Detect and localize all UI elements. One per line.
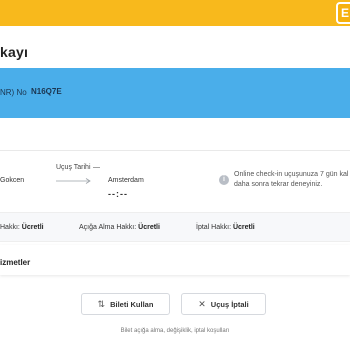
swap-icon: ⇅ <box>97 298 106 309</box>
cancel-flight-label: Uçuş İptali <box>210 299 249 309</box>
flight-date-label: Uçuş Tarihi <box>56 164 91 171</box>
checkin-info-text: Online check-in uçuşunuza 7 gün kal daha… <box>234 171 349 188</box>
pnr-value: N16Q7E <box>31 87 62 96</box>
flight-date-value: — <box>93 164 100 171</box>
pnr-label: NR) No <box>0 88 27 97</box>
page-title: kayı <box>0 44 29 60</box>
origin-city: Gokcen <box>0 177 25 184</box>
destination-city: Amsterdam <box>108 177 144 184</box>
top-bar: E <box>0 0 350 26</box>
top-right-button[interactable]: E <box>336 2 350 24</box>
suspend-right: Açığa Alma Hakkı: Ücretli <box>79 224 160 231</box>
cancel-right: İptal Hakkı: Ücretli <box>196 224 255 231</box>
use-ticket-button[interactable]: ⇅ Bileti Kullan <box>81 293 170 315</box>
use-ticket-label: Bileti Kullan <box>110 299 154 309</box>
arrow-right-icon <box>56 178 91 184</box>
services-title: izmetler <box>0 258 31 267</box>
ticket-rights-bar: Hakkı: Ücretli Açığa Alma Hakkı: Ücretli… <box>0 212 350 242</box>
ticket-conditions-link[interactable]: Bilet açığa alma, değişiklik, iptal koşu… <box>0 328 350 334</box>
divider <box>0 150 350 151</box>
info-icon: i <box>219 175 229 185</box>
pnr-bar: NR) No N16Q7E <box>0 68 350 118</box>
change-right: Hakkı: Ücretli <box>0 224 44 231</box>
flight-time: --:-- <box>108 189 128 199</box>
cancel-flight-button[interactable]: ✕ Uçuş İptali <box>181 293 266 315</box>
services-section[interactable]: izmetler <box>0 245 350 275</box>
close-icon: ✕ <box>198 298 206 309</box>
